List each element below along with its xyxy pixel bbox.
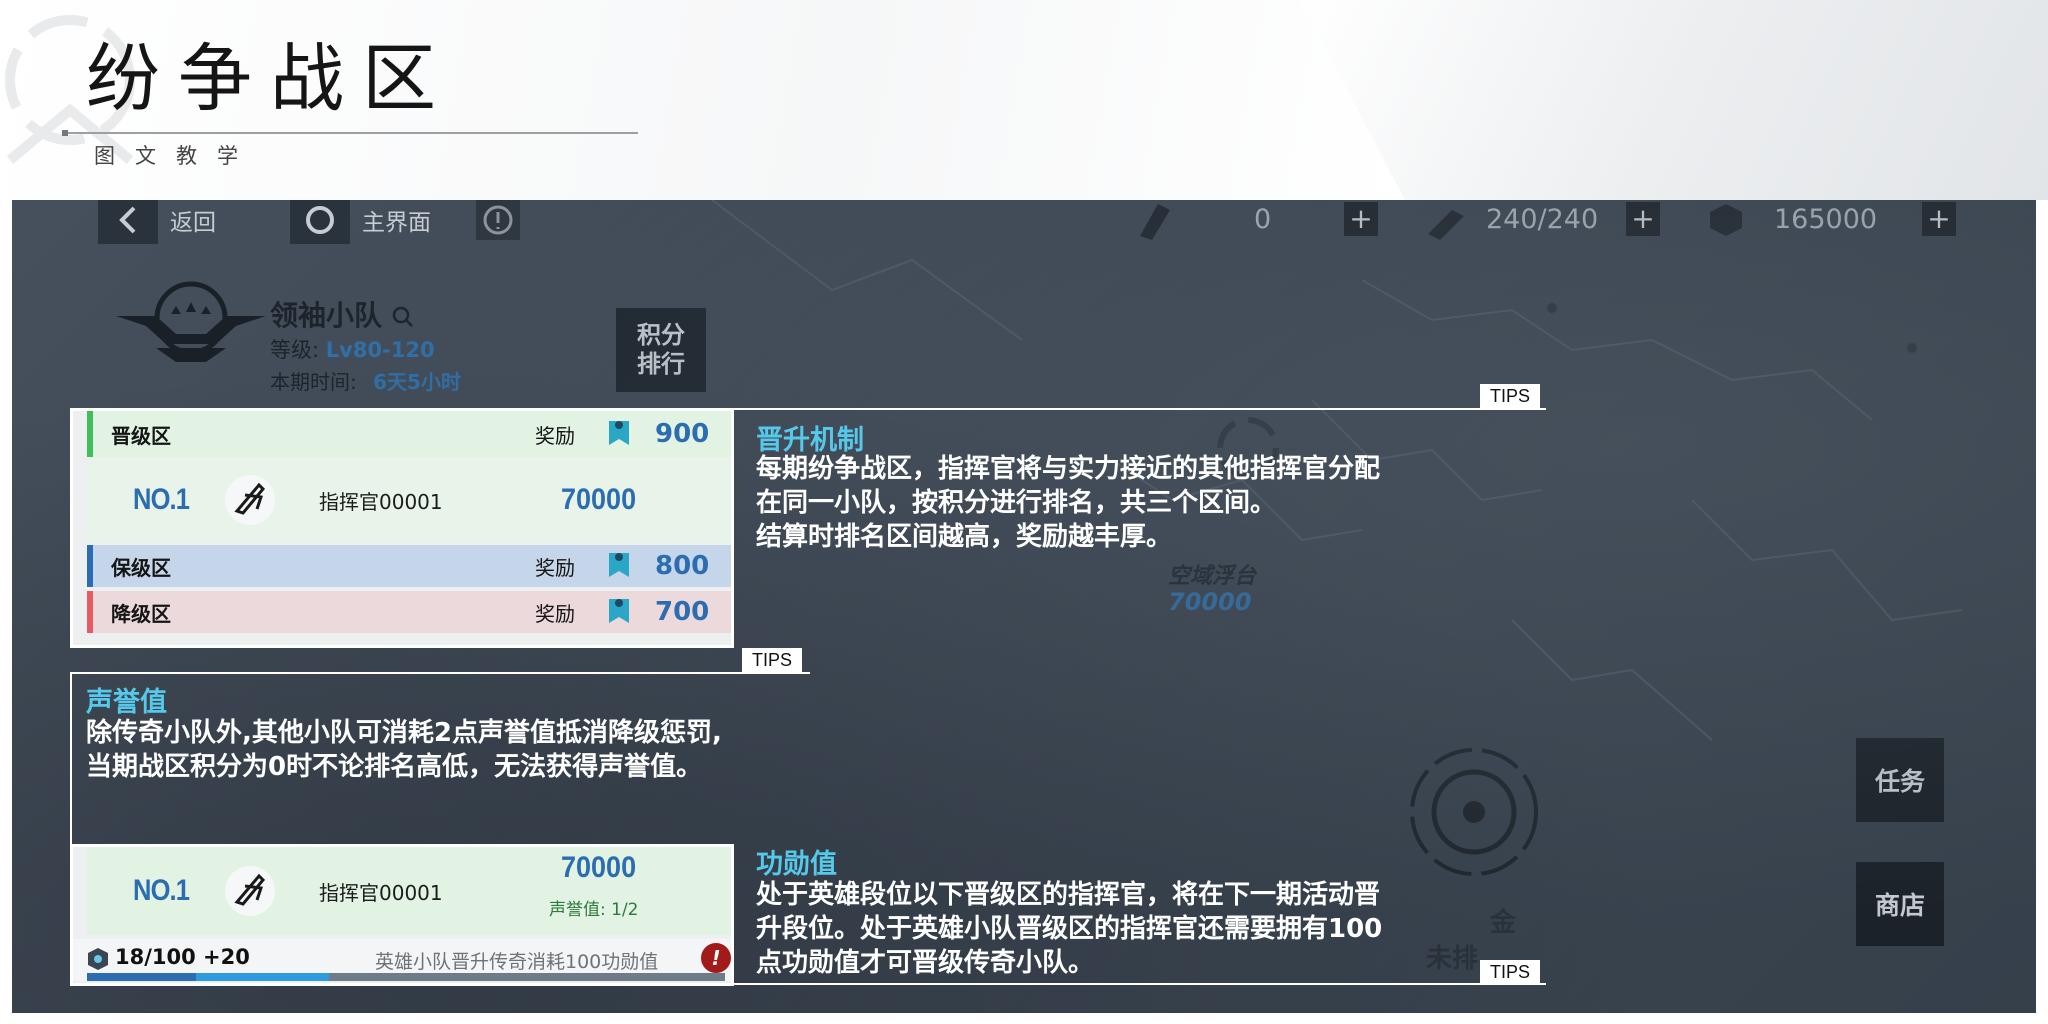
ranking-row[interactable]: NO.1 指挥官00001 70000 xyxy=(87,457,731,543)
tip-text-reputation-1: 除传奇小队外,其他小队可消耗2点声誉值抵消降级惩罚, xyxy=(86,718,722,748)
squad-name: 领袖小队 xyxy=(270,294,414,334)
squad-emblem-icon xyxy=(116,281,266,362)
merit-note: 英雄小队晋升传奇消耗100功勋值 xyxy=(375,951,659,973)
tip-text-promotion-2: 在同一小队，按积分进行排名，共三个区间。 xyxy=(756,488,1277,518)
map-partial-text-2: 未排 xyxy=(1426,944,1479,974)
resource-stamina: 240/240 xyxy=(1486,204,1599,235)
medal-icon xyxy=(609,421,629,445)
commander-avatar xyxy=(225,866,275,916)
tip-text-promotion-3: 结算时排名区间越高，奖励越丰厚。 xyxy=(756,522,1173,552)
resource-tickets: 0 xyxy=(1254,204,1272,235)
reputation-count: 声誉值: 1/2 xyxy=(549,900,639,920)
map-location-score: 70000 xyxy=(1168,588,1252,616)
magnifier-icon[interactable] xyxy=(392,306,414,328)
add-coins-button[interactable]: + xyxy=(1922,202,1956,236)
tip-border xyxy=(734,408,1546,410)
merit-progress-row: 18/100 +20 英雄小队晋升传奇消耗100功勋值 ! xyxy=(73,939,731,981)
tip-border xyxy=(70,672,72,844)
back-arrow-icon xyxy=(98,200,158,244)
merit-progress-fill-base xyxy=(87,973,197,981)
stamina-icon xyxy=(1428,210,1464,240)
task-button[interactable]: 任务 xyxy=(1856,738,1944,822)
merit-value: 18/100 +20 xyxy=(115,945,250,969)
tips-tag: TIPS xyxy=(1480,384,1541,408)
zone-row-promotion: 晋级区 奖励 900 xyxy=(87,411,731,457)
add-stamina-button[interactable]: + xyxy=(1626,202,1660,236)
merit-panel: NO.1 指挥官00001 70000 声誉值: 1/2 18/100 +20 … xyxy=(70,844,734,986)
medal-icon xyxy=(609,553,629,577)
page-subtitle: 图文教学 xyxy=(94,144,258,168)
merit-progress-bar xyxy=(87,973,725,981)
tip-text-promotion-1: 每期纷争战区，指挥官将与实力接近的其他指挥官分配 xyxy=(756,454,1381,484)
tip-border xyxy=(70,672,810,674)
tip-border xyxy=(734,983,1546,985)
tip-title-merit: 功勋值 xyxy=(756,849,837,880)
zone-row-demotion: 降级区 奖励 700 xyxy=(87,591,731,633)
zone-row-keep: 保级区 奖励 800 xyxy=(87,545,731,587)
page-title: 纷争战区 xyxy=(86,36,454,122)
score-ranking-button[interactable]: 积分 排行 xyxy=(616,308,706,392)
back-label: 返回 xyxy=(170,210,216,236)
zone-stripe xyxy=(87,591,93,633)
add-tickets-button[interactable]: + xyxy=(1344,202,1378,236)
coin-icon xyxy=(1710,204,1742,236)
resource-coins: 165000 xyxy=(1774,204,1878,235)
zone-stripe xyxy=(87,411,93,457)
tip-text-reputation-2: 当期战区积分为0时不论排名高低，无法获得声誉值。 xyxy=(86,752,703,782)
medal-icon xyxy=(609,599,629,623)
tips-tag: TIPS xyxy=(1480,960,1541,984)
commander-avatar xyxy=(225,475,275,525)
tip-title-reputation: 声誉值 xyxy=(86,687,167,718)
title-divider xyxy=(64,132,638,134)
shop-button[interactable]: 商店 xyxy=(1856,862,1944,946)
help-icon[interactable] xyxy=(476,200,520,240)
squad-level: 等级: Lv80-120 xyxy=(270,338,435,362)
home-label: 主界面 xyxy=(362,210,431,236)
tips-tag: TIPS xyxy=(742,648,803,672)
back-button[interactable]: 返回 xyxy=(98,200,216,244)
zone-stripe xyxy=(87,545,93,587)
tip-text-merit-3: 点功勋值才可晋级传奇小队。 xyxy=(756,948,1095,978)
map-location-name[interactable]: 空域浮台 xyxy=(1168,558,1256,590)
ranking-row[interactable]: NO.1 指挥官00001 70000 声誉值: 1/2 xyxy=(87,847,731,935)
home-circle-icon xyxy=(290,200,350,244)
tip-text-merit-2: 升段位。处于英雄小队晋级区的指挥官还需要拥有100 xyxy=(756,914,1383,944)
home-button[interactable]: 主界面 xyxy=(290,200,431,244)
alert-icon[interactable]: ! xyxy=(701,943,731,973)
squad-period-time: 本期时间: 6天5小时 xyxy=(270,370,461,394)
header-background-shape xyxy=(1300,0,2048,200)
merit-badge-icon xyxy=(88,948,108,970)
tip-text-merit-1: 处于英雄段位以下晋级区的指挥官，将在下一期活动晋 xyxy=(756,880,1381,910)
map-partial-text: 金 xyxy=(1490,908,1517,938)
ticket-icon xyxy=(1140,204,1170,240)
zones-panel: 晋级区 奖励 900 NO.1 指挥官00001 70000 保级区 奖励 80… xyxy=(70,408,734,648)
title-divider-dot xyxy=(62,130,68,136)
